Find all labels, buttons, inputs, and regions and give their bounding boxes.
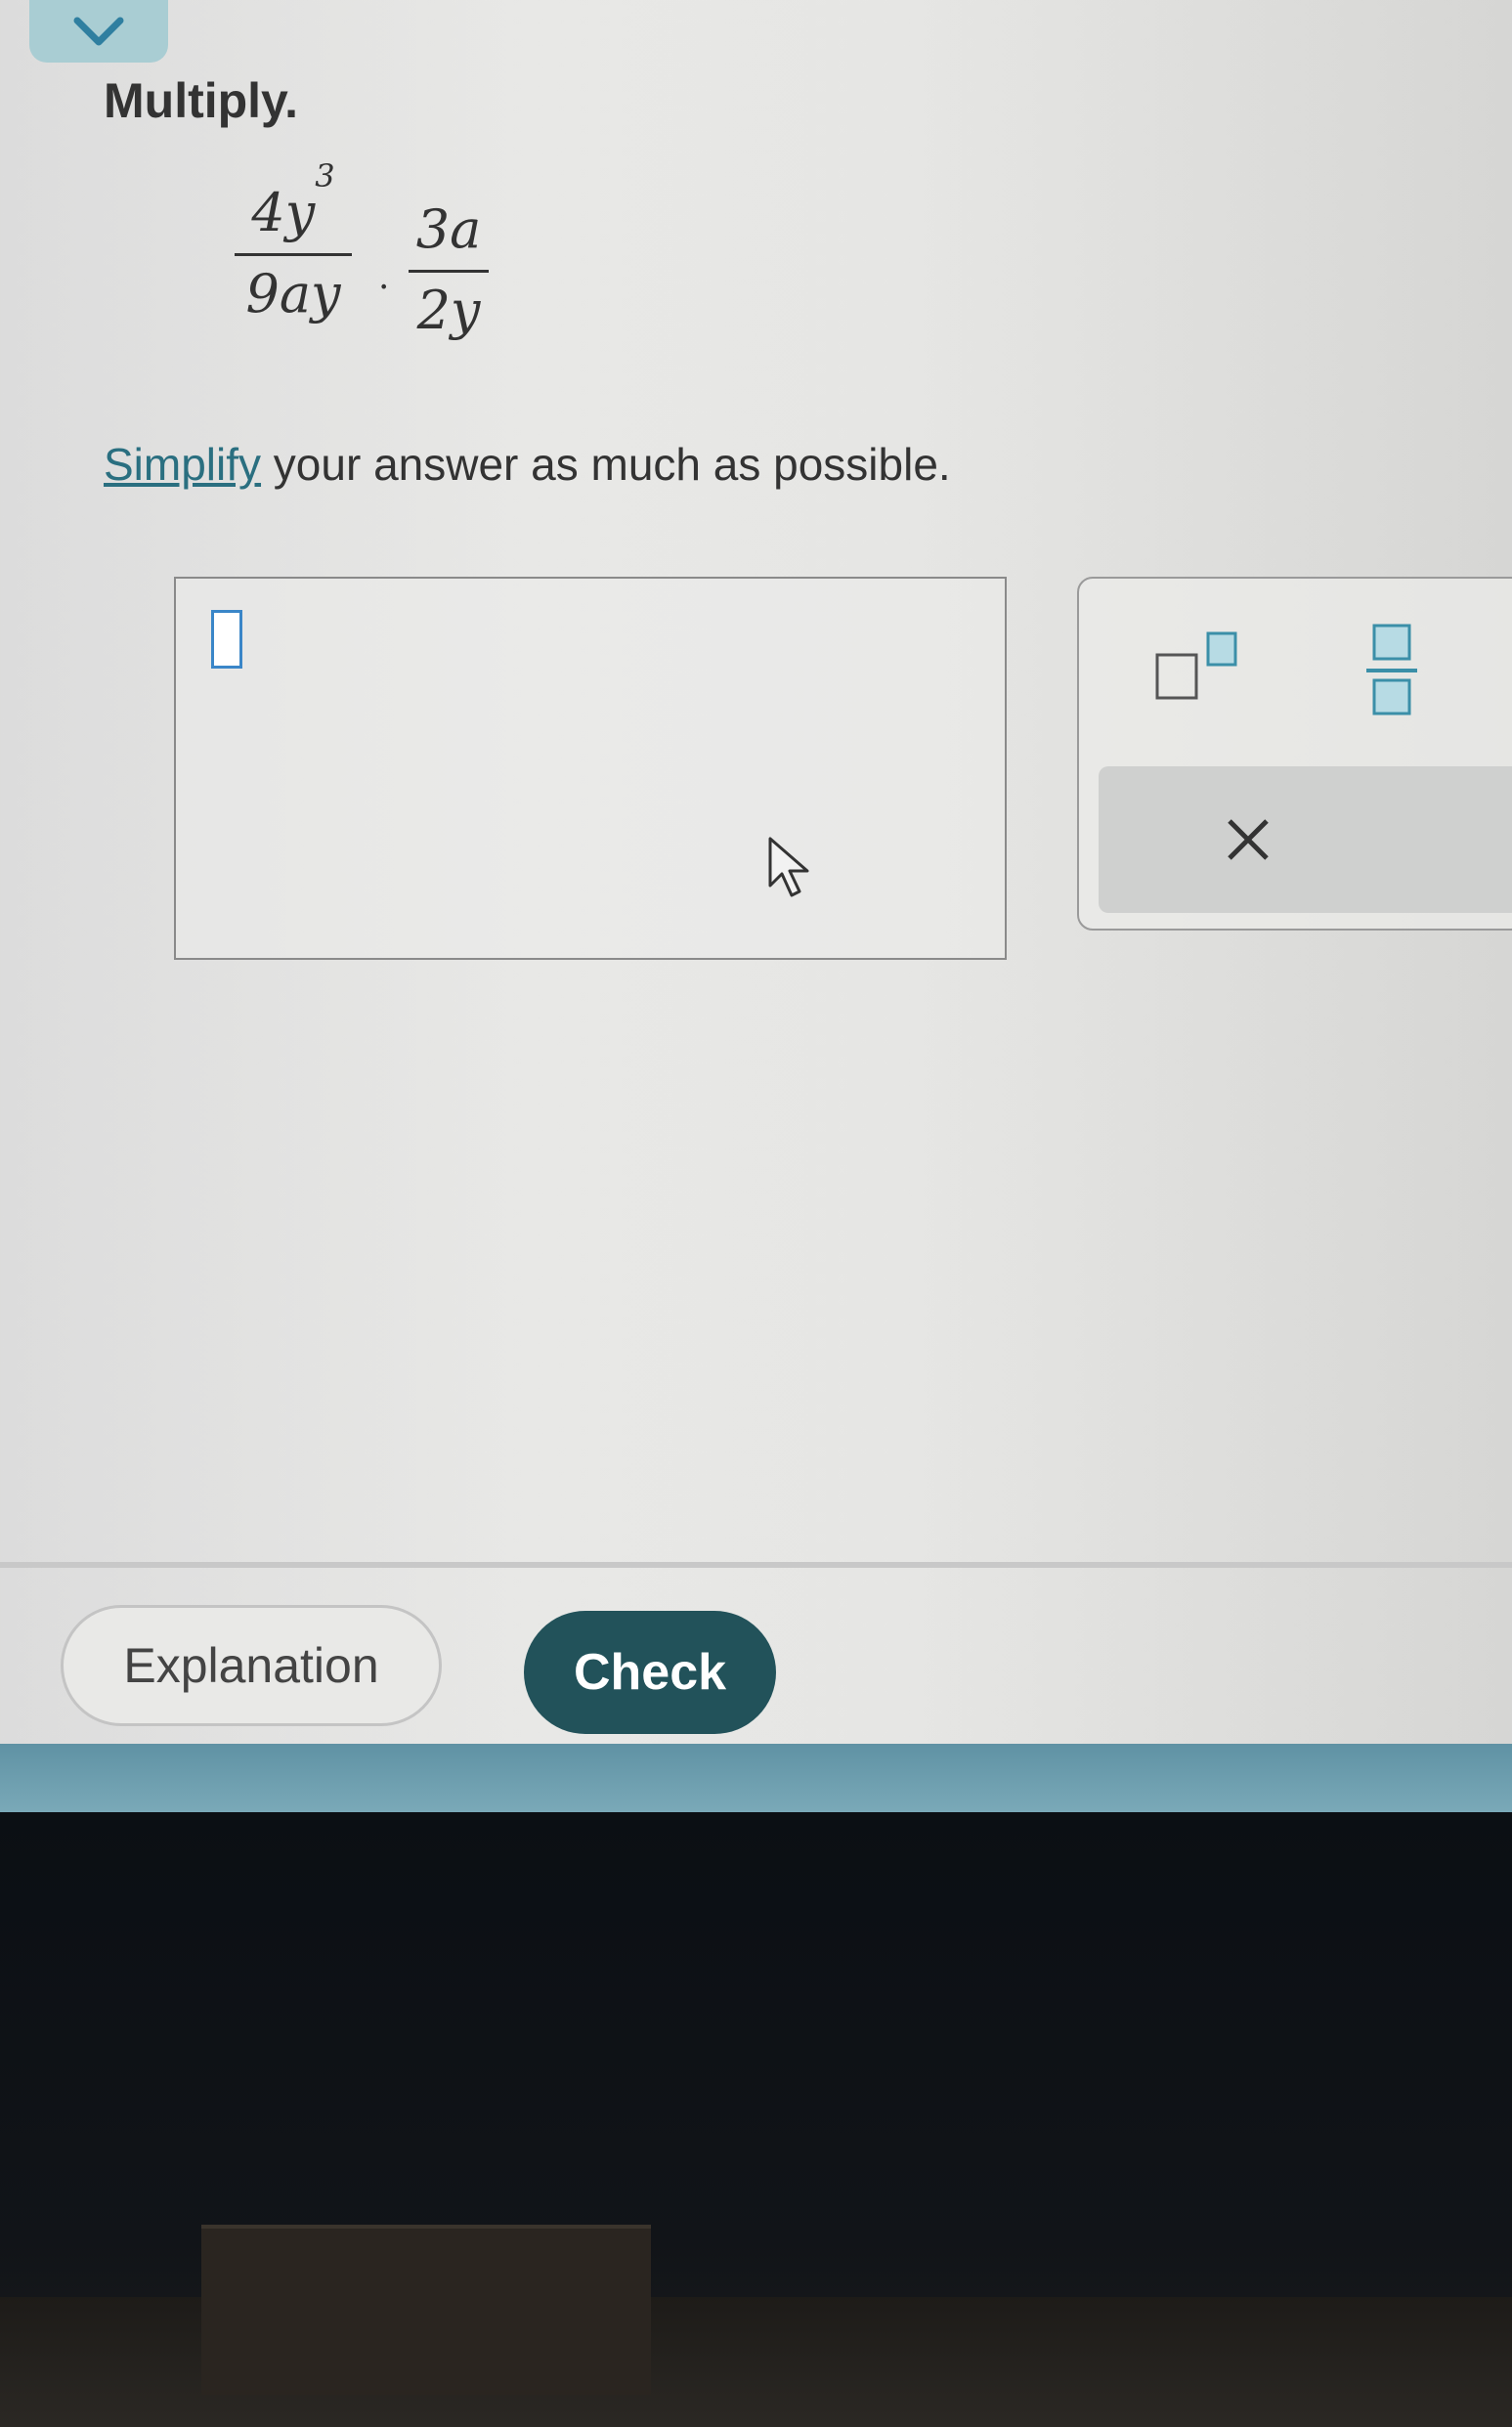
exponent-button[interactable] — [1151, 628, 1249, 706]
answer-cursor-box[interactable] — [211, 610, 242, 669]
collapse-tab[interactable] — [29, 0, 168, 63]
close-icon — [1228, 819, 1269, 860]
fraction-1: 4y3 9ay — [235, 157, 352, 325]
instruction-text: Simplify your answer as much as possible… — [104, 438, 951, 491]
fraction-button[interactable] — [1362, 620, 1421, 717]
answer-input[interactable] — [174, 577, 1007, 960]
problem-expression: 4y3 9ay · 3a 2y — [235, 157, 528, 401]
desk-object — [201, 2225, 651, 2395]
fraction-2-numerator: 3a — [415, 198, 482, 260]
chevron-down-icon — [73, 17, 124, 46]
mouse-pointer-icon — [768, 837, 809, 897]
simplify-link[interactable]: Simplify — [104, 439, 261, 490]
instruction-rest: your answer as much as possible. — [261, 439, 951, 490]
explanation-button[interactable]: Explanation — [61, 1605, 442, 1726]
math-keypad — [1077, 577, 1512, 931]
fraction-1-numerator: 4y3 — [251, 157, 335, 243]
fraction-1-denominator: 9ay — [245, 263, 341, 325]
fraction-icon — [1366, 624, 1417, 715]
exponent-icon — [1155, 631, 1237, 700]
clear-button[interactable] — [1099, 766, 1512, 913]
fraction-2-denominator: 2y — [416, 280, 481, 341]
check-button[interactable]: Check — [524, 1611, 776, 1734]
multiply-operator: · — [378, 268, 390, 308]
fraction-2: 3a 2y — [409, 203, 489, 337]
footer-divider — [0, 1562, 1512, 1568]
problem-title: Multiply. — [104, 73, 299, 128]
screen-edge — [0, 1744, 1512, 1812]
